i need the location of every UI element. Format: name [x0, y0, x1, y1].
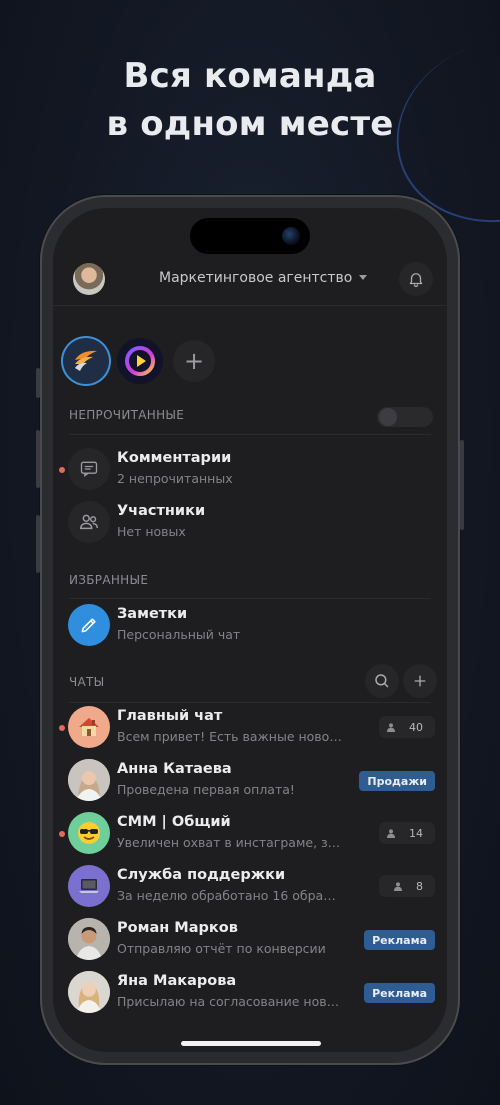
item-title: Участники: [117, 503, 206, 519]
phone-side-button: [36, 515, 40, 573]
headline-line-1: Вся команда: [123, 56, 377, 96]
users-icon: [80, 514, 98, 530]
member-count-value: 14: [409, 826, 423, 840]
laptop-icon: [79, 879, 99, 893]
person-icon: [387, 722, 395, 732]
workspace-icon-active[interactable]: [63, 338, 109, 384]
top-bar: Маркетинговое агентство: [53, 254, 447, 306]
chat-tag: Продажи: [359, 771, 435, 791]
chat-title: Анна Катаева: [117, 761, 232, 777]
phone-power-button: [460, 440, 464, 530]
sunglasses-emoji-avatar: [68, 812, 110, 854]
app-logo-icon: [75, 350, 97, 371]
list-item-members[interactable]: Участники Нет новых: [53, 497, 447, 549]
chat-row-roman[interactable]: Роман Марков Отправляю отчёт по конверси…: [53, 914, 447, 966]
home-indicator[interactable]: [181, 1041, 321, 1046]
woman-avatar: [68, 759, 110, 801]
house-icon: [79, 718, 99, 736]
notifications-button[interactable]: [399, 262, 433, 296]
section-chats-title: ЧАТЫ: [69, 675, 105, 689]
chat-preview: За неделю обработано 16 обраще...: [117, 888, 343, 903]
member-count-value: 40: [409, 720, 423, 734]
member-count: 40: [379, 716, 435, 738]
chat-title: Роман Марков: [117, 920, 238, 936]
chat-preview: Отправляю отчёт по конверсии: [117, 941, 326, 956]
member-count: 14: [379, 822, 435, 844]
house-avatar: [68, 706, 110, 748]
chat-preview: Проведена первая оплата!: [117, 782, 295, 797]
members-icon-wrap: [68, 501, 110, 543]
item-title: Заметки: [117, 606, 188, 622]
member-count-value: 8: [416, 879, 423, 893]
headline: Вся команда в одном месте: [0, 52, 500, 148]
unread-dot: [59, 467, 65, 473]
chat-title: СММ | Общий: [117, 814, 231, 830]
profile-avatar[interactable]: [73, 263, 105, 295]
chat-row-support[interactable]: Служба поддержки За неделю обработано 16…: [53, 861, 447, 913]
chevron-down-icon: [359, 275, 368, 280]
woman2-avatar: [68, 971, 110, 1013]
chat-tag: Реклама: [364, 930, 435, 950]
sunglasses-emoji-icon: [78, 822, 100, 844]
person-icon: [394, 881, 402, 891]
person-photo-icon: [68, 759, 110, 801]
divider: [69, 598, 431, 599]
chat-row-main[interactable]: Главный чат Всем привет! Есть важные нов…: [53, 702, 447, 754]
item-subtitle: Персональный чат: [117, 627, 241, 642]
workspace-selector[interactable]: Маркетинговое агентство: [159, 270, 368, 286]
divider: [69, 434, 431, 435]
chat-row-yana[interactable]: Яна Макарова Присылаю на согласование но…: [53, 967, 447, 1019]
workspace-name: Маркетинговое агентство: [159, 270, 353, 286]
unread-dot: [59, 831, 65, 837]
pencil-icon: [81, 618, 96, 633]
man-avatar: [68, 918, 110, 960]
toggle-knob: [379, 408, 397, 426]
laptop-avatar: [68, 865, 110, 907]
add-workspace-button[interactable]: +: [173, 340, 215, 382]
item-subtitle: 2 непрочитанных: [117, 471, 233, 486]
person-icon: [387, 828, 395, 838]
phone-side-button: [36, 368, 40, 398]
add-chat-button[interactable]: [403, 664, 437, 698]
person-photo-icon: [68, 918, 110, 960]
section-unread-title: НЕПРОЧИТАННЫЕ: [69, 408, 185, 422]
item-subtitle: Нет новых: [117, 524, 186, 539]
unread-dot: [59, 725, 65, 731]
notes-icon-wrap: [68, 604, 110, 646]
phone-side-button: [36, 430, 40, 488]
search-icon: [375, 674, 389, 688]
plus-icon: [414, 675, 426, 687]
dynamic-island: [190, 218, 310, 254]
chat-row-anna[interactable]: Анна Катаева Проведена первая оплата! Пр…: [53, 755, 447, 807]
chat-row-smm[interactable]: СММ | Общий Увеличен охват в инстаграме,…: [53, 808, 447, 860]
chat-preview: Увеличен охват в инстаграме, завт...: [117, 835, 343, 850]
workspace-switcher: +: [63, 336, 443, 388]
workspace-icon-media[interactable]: [117, 338, 163, 384]
chat-title: Яна Макарова: [117, 973, 237, 989]
camera-icon: [282, 227, 300, 245]
headline-line-2: в одном месте: [106, 104, 394, 144]
chat-preview: Присылаю на согласование новый ...: [117, 994, 343, 1009]
chat-title: Главный чат: [117, 708, 223, 724]
chat-tag: Реклама: [364, 983, 435, 1003]
phone-screen: Маркетинговое агентство + НЕПРОЧИТАННЫЕ …: [53, 208, 447, 1052]
member-count: 8: [379, 875, 435, 897]
chat-preview: Всем привет! Есть важные новости: [117, 729, 343, 744]
comment-icon: [80, 461, 98, 477]
person-photo-icon: [68, 971, 110, 1013]
search-chats-button[interactable]: [365, 664, 399, 698]
play-logo-icon: [125, 346, 155, 376]
chat-title: Служба поддержки: [117, 867, 286, 883]
unread-toggle[interactable]: [377, 407, 433, 427]
list-item-comments[interactable]: Комментарии 2 непрочитанных: [53, 444, 447, 496]
section-favorites-title: ИЗБРАННЫЕ: [69, 573, 149, 587]
bell-icon: [409, 273, 423, 288]
list-item-notes[interactable]: Заметки Персональный чат: [53, 600, 447, 652]
comments-icon-wrap: [68, 448, 110, 490]
plus-icon: +: [183, 347, 205, 375]
item-title: Комментарии: [117, 450, 232, 466]
